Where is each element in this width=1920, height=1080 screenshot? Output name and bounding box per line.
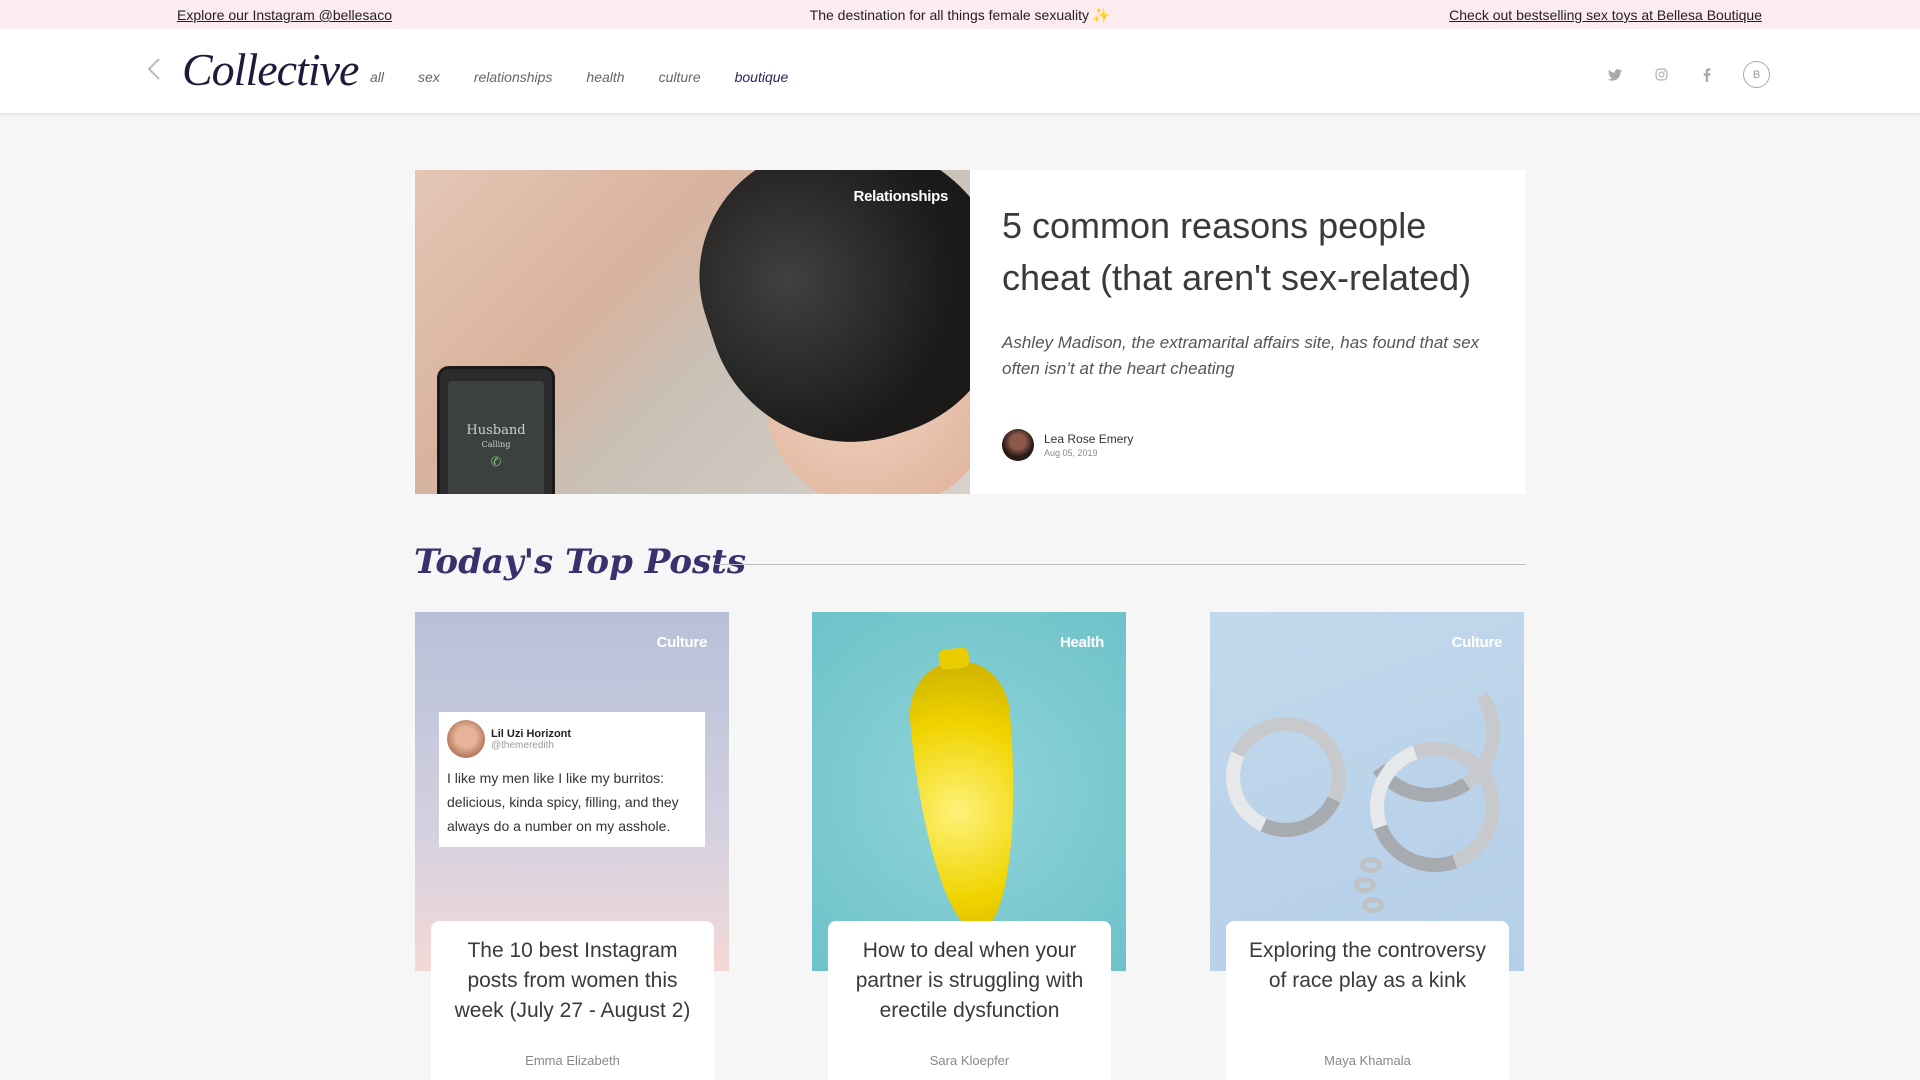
phone-calling-label: Calling bbox=[481, 440, 511, 449]
nav-item-culture[interactable]: culture bbox=[659, 69, 701, 85]
chain-link bbox=[1354, 877, 1376, 893]
chain-link bbox=[1360, 857, 1382, 873]
post-card-author[interactable]: Emma Elizabeth bbox=[431, 1053, 714, 1068]
tweet-name: Lil Uzi Horizont bbox=[491, 727, 572, 740]
post-card-image[interactable]: Health bbox=[812, 612, 1126, 971]
post-card-info: Exploring the controversy of race play a… bbox=[1226, 921, 1509, 1080]
publish-date: Aug 05, 2019 bbox=[1044, 448, 1098, 458]
back-arrow-icon[interactable] bbox=[142, 53, 166, 85]
category-tag[interactable]: Culture bbox=[1452, 634, 1503, 651]
phone-image: Husband Calling ✆ bbox=[437, 366, 555, 494]
post-card[interactable]: Health How to deal when your partner is … bbox=[812, 612, 1126, 1080]
featured-article-text: 5 common reasons people cheat (that aren… bbox=[1002, 200, 1502, 382]
tweet-text: I like my men like I like my burritos: d… bbox=[447, 770, 679, 834]
promo-tagline-text: The destination for all things female se… bbox=[809, 7, 1090, 23]
facebook-icon[interactable] bbox=[1697, 65, 1717, 85]
phone-screen: Husband Calling ✆ bbox=[448, 381, 544, 494]
chain-link bbox=[1362, 897, 1384, 913]
post-card-author[interactable]: Sara Kloepfer bbox=[828, 1053, 1111, 1068]
balloon-image bbox=[905, 658, 1029, 936]
author-name[interactable]: Lea Rose Emery bbox=[1044, 432, 1133, 446]
twitter-icon[interactable] bbox=[1605, 65, 1625, 85]
nav-item-relationships[interactable]: relationships bbox=[474, 69, 553, 85]
featured-article-subtitle: Ashley Madison, the extramarital affairs… bbox=[1002, 333, 1480, 378]
nav-item-sex[interactable]: sex bbox=[418, 69, 440, 85]
nav-item-all[interactable]: all bbox=[370, 69, 384, 85]
category-tag[interactable]: Culture bbox=[657, 634, 708, 651]
site-logo[interactable]: Collective bbox=[182, 43, 359, 96]
post-card-info: How to deal when your partner is struggl… bbox=[828, 921, 1111, 1080]
post-card-image[interactable]: Culture bbox=[1210, 612, 1524, 971]
nav-item-health[interactable]: health bbox=[586, 69, 624, 85]
tweet-embed-image: Lil Uzi Horizont @themeredith I like my … bbox=[439, 712, 705, 847]
phone-caller-name: Husband bbox=[466, 423, 526, 438]
post-card[interactable]: Lil Uzi Horizont @themeredith I like my … bbox=[415, 612, 729, 1080]
avatar bbox=[1002, 429, 1034, 461]
tweet-avatar bbox=[447, 720, 485, 758]
category-tag[interactable]: Health bbox=[1060, 634, 1104, 651]
section-title: Today's Top Posts bbox=[414, 542, 747, 582]
featured-article-author: Lea Rose Emery Aug 05, 2019 bbox=[1002, 429, 1133, 461]
promo-bar: Explore our Instagram @bellesaco The des… bbox=[0, 0, 1920, 29]
tweet-handle: @themeredith bbox=[491, 739, 554, 751]
post-card-title[interactable]: How to deal when your partner is struggl… bbox=[842, 936, 1097, 1026]
sparkle-icon: ✨ bbox=[1092, 7, 1111, 23]
post-card-title[interactable]: Exploring the controversy of race play a… bbox=[1240, 936, 1495, 996]
nav-item-boutique[interactable]: boutique bbox=[735, 69, 789, 85]
section-divider bbox=[715, 564, 1526, 565]
post-card-info: The 10 best Instagram posts from women t… bbox=[431, 921, 714, 1080]
featured-article[interactable]: Husband Calling ✆ Relationships 5 common… bbox=[415, 170, 1525, 494]
featured-article-image[interactable]: Husband Calling ✆ Relationships bbox=[415, 170, 970, 494]
boutique-promo-link[interactable]: Check out bestselling sex toys at Belles… bbox=[1449, 7, 1762, 23]
site-header: Collective all sex relationships health … bbox=[0, 29, 1920, 113]
post-card-image[interactable]: Lil Uzi Horizont @themeredith I like my … bbox=[415, 612, 729, 971]
category-tag[interactable]: Relationships bbox=[854, 188, 949, 205]
post-card[interactable]: Culture Exploring the controversy of rac… bbox=[1210, 612, 1524, 1080]
post-card-title[interactable]: The 10 best Instagram posts from women t… bbox=[445, 936, 700, 1026]
social-links: B bbox=[1605, 61, 1770, 88]
instagram-icon[interactable] bbox=[1651, 65, 1671, 85]
post-card-author[interactable]: Maya Khamala bbox=[1226, 1053, 1509, 1068]
bellesa-b-icon[interactable]: B bbox=[1743, 61, 1770, 88]
handcuff-left-image bbox=[1210, 700, 1363, 854]
featured-article-title[interactable]: 5 common reasons people cheat (that aren… bbox=[1002, 200, 1502, 304]
main-nav: all sex relationships health culture bou… bbox=[370, 69, 788, 85]
phone-call-icon: ✆ bbox=[490, 455, 502, 470]
